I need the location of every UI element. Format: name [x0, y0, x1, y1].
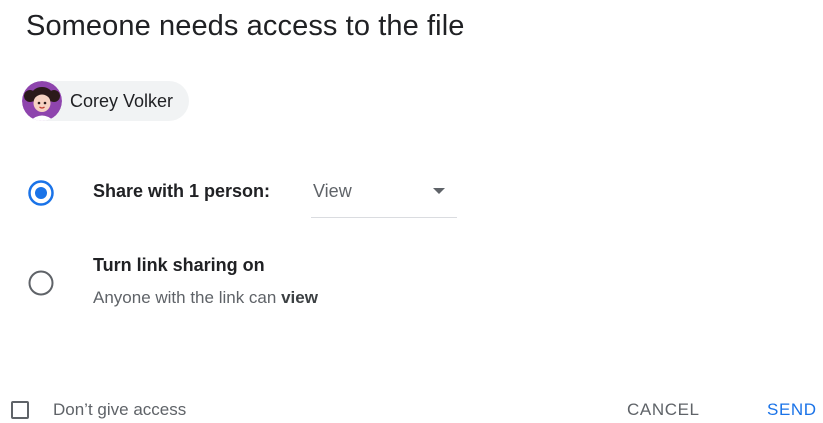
radio-checked-icon — [28, 180, 54, 206]
caret-down-icon — [433, 188, 445, 194]
permission-dropdown[interactable]: View — [311, 166, 457, 218]
permission-value: View — [313, 181, 352, 201]
share-with-person-label: Share with 1 person: — [93, 181, 271, 201]
dont-give-access-label[interactable]: Don’t give access — [53, 400, 186, 420]
share-with-person-radio[interactable] — [27, 179, 55, 207]
send-button[interactable]: SEND — [767, 400, 817, 420]
access-request-dialog: Someone needs access to the file Corey V… — [0, 0, 823, 423]
requester-name: Corey Volker — [70, 90, 174, 111]
dialog-title: Someone needs access to the file — [26, 10, 465, 42]
link-sharing-radio[interactable] — [27, 269, 55, 297]
avatar — [22, 81, 62, 121]
avatar-girl-icon — [22, 81, 62, 121]
link-sharing-label: Turn link sharing on — [93, 255, 265, 275]
radio-unchecked-icon — [28, 270, 54, 296]
dont-give-access-checkbox[interactable] — [11, 401, 29, 419]
cancel-button[interactable]: CANCEL — [627, 400, 700, 420]
requester-chip: Corey Volker — [22, 81, 190, 121]
link-sharing-description: Anyone with the link can view — [93, 288, 318, 308]
link-sharing-permission: view — [281, 288, 318, 307]
link-sharing-description-text: Anyone with the link can — [93, 288, 282, 307]
